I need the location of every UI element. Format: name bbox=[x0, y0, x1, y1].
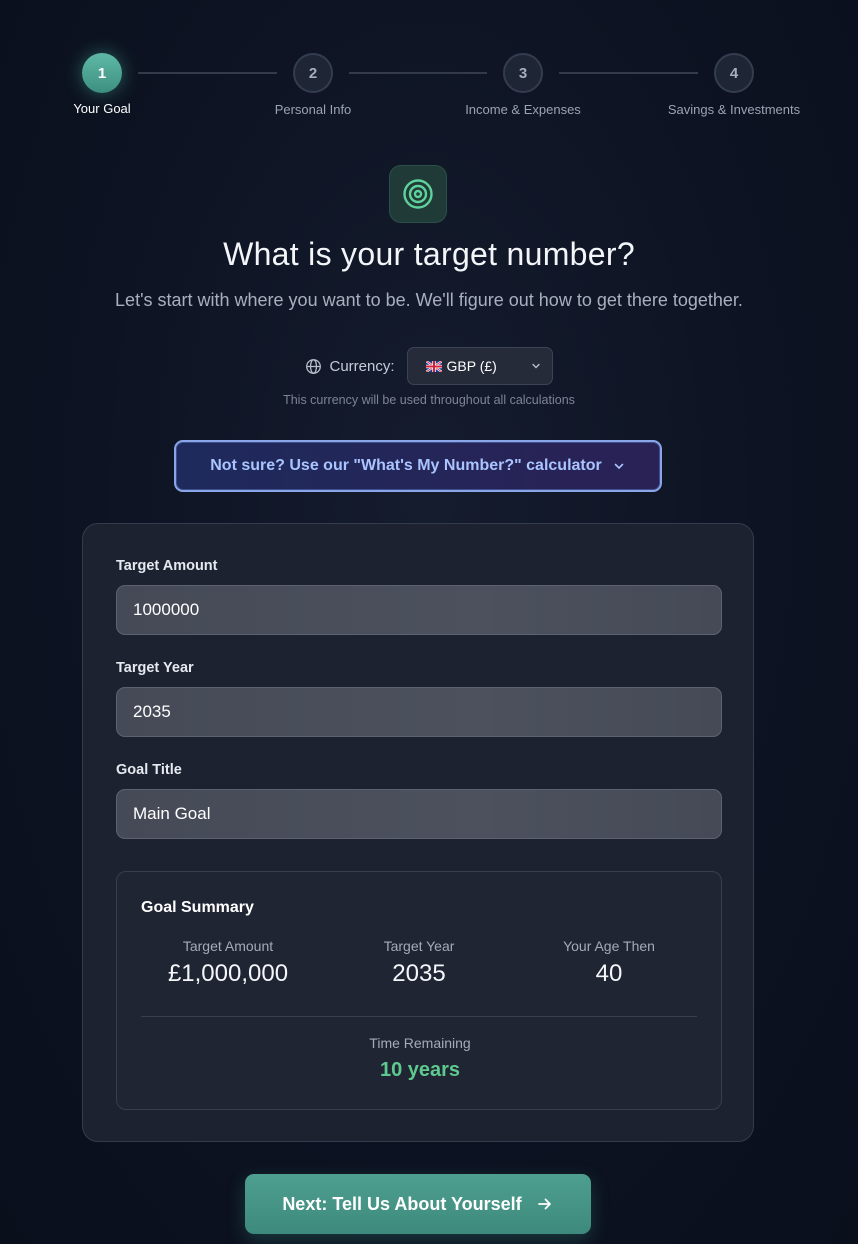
step-number: 2 bbox=[293, 53, 333, 93]
stat-label: Target Amount bbox=[182, 938, 274, 954]
summary-age-then: Your Age Then 40 bbox=[514, 938, 704, 988]
goal-summary-title: Goal Summary bbox=[141, 899, 254, 916]
target-year-input[interactable] bbox=[116, 687, 722, 737]
currency-row: Currency: GBP (£) bbox=[0, 347, 858, 385]
currency-note: This currency will be used throughout al… bbox=[283, 393, 575, 407]
page-title: What is your target number? bbox=[223, 236, 635, 272]
step-3[interactable]: 3 Income & Expenses bbox=[443, 53, 603, 117]
calculator-button-label: Not sure? Use our "What's My Number?" ca… bbox=[210, 457, 602, 474]
stat-value: 2035 bbox=[392, 960, 446, 987]
currency-select[interactable]: GBP (£) bbox=[406, 347, 553, 385]
chevron-down-icon bbox=[614, 463, 624, 470]
goal-summary-panel: Goal Summary Target Amount £1,000,000 Ta… bbox=[116, 871, 722, 1110]
stat-label: Time Remaining bbox=[369, 1035, 471, 1051]
step-2[interactable]: 2 Personal Info bbox=[233, 53, 393, 117]
step-number: 3 bbox=[503, 53, 543, 93]
summary-divider bbox=[141, 1016, 697, 1017]
arrow-right-icon bbox=[537, 1198, 551, 1210]
step-label: Income & Expenses bbox=[465, 102, 581, 117]
target-icon bbox=[403, 179, 433, 209]
target-icon-badge bbox=[389, 165, 447, 223]
step-label: Your Goal bbox=[73, 101, 131, 116]
next-button[interactable]: Next: Tell Us About Yourself bbox=[245, 1174, 591, 1234]
stat-value: 40 bbox=[595, 960, 623, 987]
target-year-label: Target Year bbox=[116, 660, 194, 676]
target-amount-label: Target Amount bbox=[116, 558, 218, 574]
summary-target-year: Target Year 2035 bbox=[324, 938, 514, 988]
step-label: Personal Info bbox=[274, 102, 352, 117]
step-1[interactable]: 1 Your Goal bbox=[22, 53, 182, 116]
target-amount-input[interactable] bbox=[116, 585, 722, 635]
currency-label: Currency: bbox=[329, 357, 395, 375]
goal-title-input[interactable] bbox=[116, 789, 722, 839]
chevron-down-icon bbox=[531, 363, 540, 369]
globe-icon bbox=[306, 358, 322, 374]
summary-target-amount: Target Amount £1,000,000 bbox=[133, 938, 323, 988]
summary-time-remaining: Time Remaining 10 years bbox=[117, 1035, 723, 1082]
page-subtitle: Let's start with where you want to be. W… bbox=[115, 290, 743, 310]
goal-form-card: Target Amount Target Year Goal Title Goa… bbox=[82, 523, 754, 1142]
stat-label: Your Age Then bbox=[563, 938, 655, 954]
stat-value: 10 years bbox=[379, 1059, 461, 1081]
step-4[interactable]: 4 Savings & Investments bbox=[654, 53, 814, 117]
step-label: Savings & Investments bbox=[667, 102, 801, 117]
currency-value: GBP (£) bbox=[446, 358, 497, 374]
goal-title-label: Goal Title bbox=[116, 762, 182, 778]
number-calculator-button[interactable]: Not sure? Use our "What's My Number?" ca… bbox=[174, 440, 662, 492]
uk-flag-icon bbox=[425, 360, 442, 372]
page: 1 Your Goal 2 Personal Info 3 Income & E… bbox=[0, 0, 858, 1244]
currency-label-group: Currency: bbox=[305, 357, 395, 375]
step-number: 1 bbox=[82, 53, 122, 93]
next-button-label: Next: Tell Us About Yourself bbox=[282, 1193, 522, 1214]
stat-label: Target Year bbox=[383, 938, 455, 954]
step-number: 4 bbox=[714, 53, 754, 93]
progress-stepper: 1 Your Goal 2 Personal Info 3 Income & E… bbox=[0, 53, 858, 123]
stat-value: £1,000,000 bbox=[167, 960, 289, 987]
